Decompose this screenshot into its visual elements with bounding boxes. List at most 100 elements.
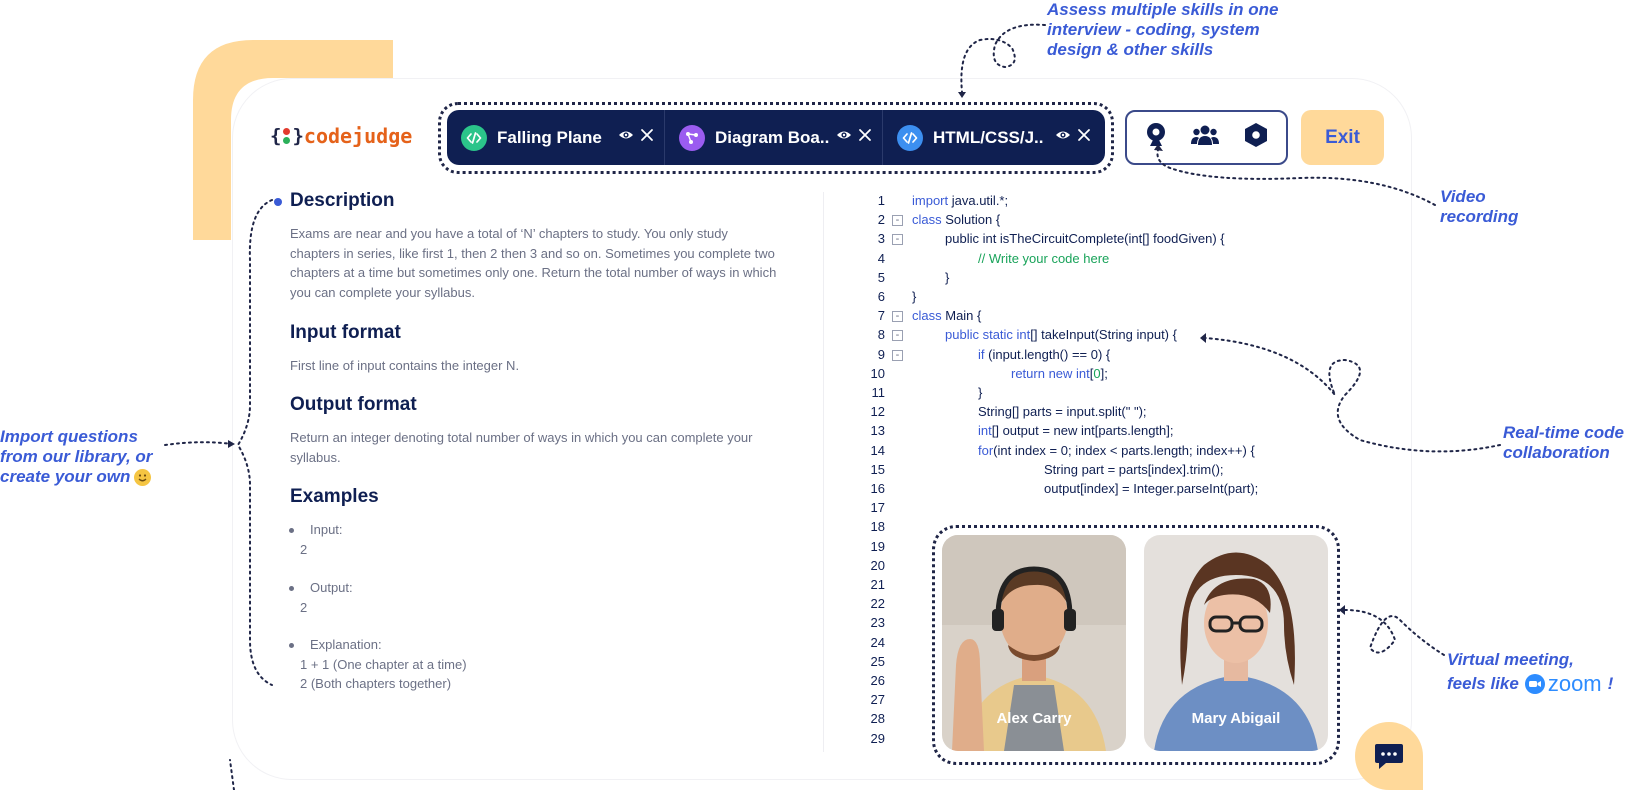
annotation-virtual-meeting: Virtual meeting, feels like zoom !	[1447, 650, 1614, 696]
examples-heading: Examples	[290, 486, 379, 507]
code-line: }	[912, 289, 917, 304]
tab-label: Falling Plane	[497, 127, 602, 147]
eye-icon[interactable]	[618, 127, 634, 148]
code-line: class Solution {	[912, 212, 1001, 228]
line-number: 29	[870, 730, 885, 746]
meeting-toolbar	[1125, 110, 1288, 165]
line-number: 22	[870, 596, 885, 612]
line-number: 11	[871, 385, 886, 400]
description-marker-dot	[274, 198, 282, 206]
close-icon[interactable]	[858, 128, 872, 147]
video-tile-participant-2[interactable]: Mary Abigail	[1144, 535, 1328, 751]
fold-toggle-icon[interactable]: -	[892, 215, 903, 227]
description-text: Exams are near and you have a total of ‘…	[290, 226, 777, 300]
question-tabs: Falling Plane Diagram Boa.. HTML/CSS/J..	[447, 110, 1105, 165]
video-tile-participant-1[interactable]: Alex Carry	[942, 535, 1126, 751]
line-number: 20	[870, 557, 885, 573]
line-number: 10	[870, 365, 885, 381]
fold-toggle-icon[interactable]: -	[892, 234, 903, 246]
line-number: 27	[870, 692, 885, 708]
code-line: int[] output = new int[parts.length];	[978, 423, 1174, 439]
line-number: 6	[877, 289, 885, 304]
eye-icon[interactable]	[1055, 127, 1071, 148]
webcam-icon[interactable]	[1145, 122, 1167, 153]
line-number: 2	[877, 212, 885, 228]
line-number: 16	[870, 481, 885, 496]
code-line: if (input.length() == 0) {	[978, 346, 1111, 362]
line-number: 14	[870, 442, 885, 458]
participant-name: Mary Abigail	[1191, 710, 1281, 727]
eye-icon[interactable]	[836, 127, 852, 148]
line-number: 3	[877, 231, 885, 247]
code-line: public int isTheCircuitComplete(int[] fo…	[945, 231, 1225, 247]
codejudge-logo: { } codejudge	[270, 124, 413, 148]
code-line: }	[978, 385, 983, 400]
fold-toggle-icon[interactable]: -	[892, 349, 903, 361]
line-number: 18	[870, 519, 885, 535]
line-number: 13	[870, 423, 885, 439]
line-number: 25	[870, 653, 885, 669]
code-line: }	[945, 269, 950, 285]
close-icon[interactable]	[640, 128, 654, 147]
code-icon	[897, 124, 923, 151]
tab-diagram-board[interactable]: Diagram Boa..	[665, 110, 883, 165]
code-line: String[] parts = input.split(" ");	[978, 404, 1147, 420]
annotation-collaboration: Real-time code collaboration	[1503, 423, 1624, 462]
input-format-text: First line of input contains the integer…	[290, 358, 520, 373]
chat-button[interactable]	[1355, 722, 1423, 790]
line-number: 9	[877, 346, 885, 362]
description-heading: Description	[290, 190, 395, 211]
tab-label: Diagram Boa..	[715, 127, 830, 147]
line-number: 12	[870, 404, 885, 420]
example-input: Input: 2	[289, 520, 343, 559]
output-format-text: Return an integer denoting total number …	[290, 430, 753, 465]
annotation-skills: Assess multiple skills in one interview …	[1047, 0, 1279, 59]
traffic-light-icon	[283, 127, 291, 145]
line-number: 15	[870, 461, 885, 477]
participants-icon[interactable]	[1191, 124, 1220, 151]
code-line: for(int index = 0; index < parts.length;…	[978, 442, 1255, 458]
code-line: import java.util.*;	[912, 193, 1009, 208]
code-line: output[index] = Integer.parseInt(part);	[1044, 481, 1259, 496]
line-number: 7	[877, 308, 885, 324]
close-icon[interactable]	[1077, 128, 1091, 147]
line-number: 5	[877, 269, 885, 285]
input-format-heading: Input format	[290, 322, 401, 343]
chat-icon	[1375, 744, 1403, 769]
example-output: Output: 2	[289, 578, 353, 617]
line-number: 24	[870, 634, 885, 650]
line-number: 8	[877, 327, 885, 343]
exit-button[interactable]: Exit	[1301, 110, 1384, 165]
diagram-icon	[679, 124, 705, 151]
example-explanation: Explanation: 1 + 1 (One chapter at a tim…	[289, 635, 467, 694]
line-number: 19	[870, 538, 885, 554]
code-line: public static int[] takeInput(String inp…	[945, 327, 1177, 343]
line-number: 28	[870, 711, 885, 727]
code-icon	[461, 124, 487, 151]
annotation-import-questions: Import questions from our library, or cr…	[0, 427, 153, 486]
fold-toggle-icon[interactable]: -	[892, 330, 903, 342]
line-number: 1	[877, 193, 885, 208]
brand-name: codejudge	[303, 124, 413, 148]
line-number: 17	[870, 500, 885, 516]
annotation-video-recording: Video recording	[1440, 187, 1519, 226]
panel-divider	[823, 192, 824, 752]
code-line: String part = parts[index].trim();	[1044, 461, 1224, 477]
tab-falling-plane[interactable]: Falling Plane	[447, 110, 665, 165]
zoom-logo: zoom	[1524, 672, 1602, 696]
output-format-heading: Output format	[290, 394, 417, 415]
participant-name: Alex Carry	[996, 710, 1072, 727]
code-line: class Main {	[912, 308, 982, 324]
tab-html-css-js[interactable]: HTML/CSS/J..	[883, 110, 1101, 165]
settings-icon[interactable]	[1244, 122, 1268, 153]
fold-toggle-icon[interactable]: -	[892, 311, 903, 323]
line-number: 26	[870, 673, 885, 688]
line-number: 4	[877, 250, 885, 266]
tab-label: HTML/CSS/J..	[933, 127, 1044, 147]
line-number: 21	[870, 577, 885, 592]
zoom-icon	[1524, 674, 1545, 694]
line-number: 23	[870, 615, 885, 631]
code-line: // Write your code here	[978, 250, 1110, 266]
smile-emoji-icon	[134, 468, 152, 486]
code-line: return new int[0];	[1011, 365, 1108, 381]
